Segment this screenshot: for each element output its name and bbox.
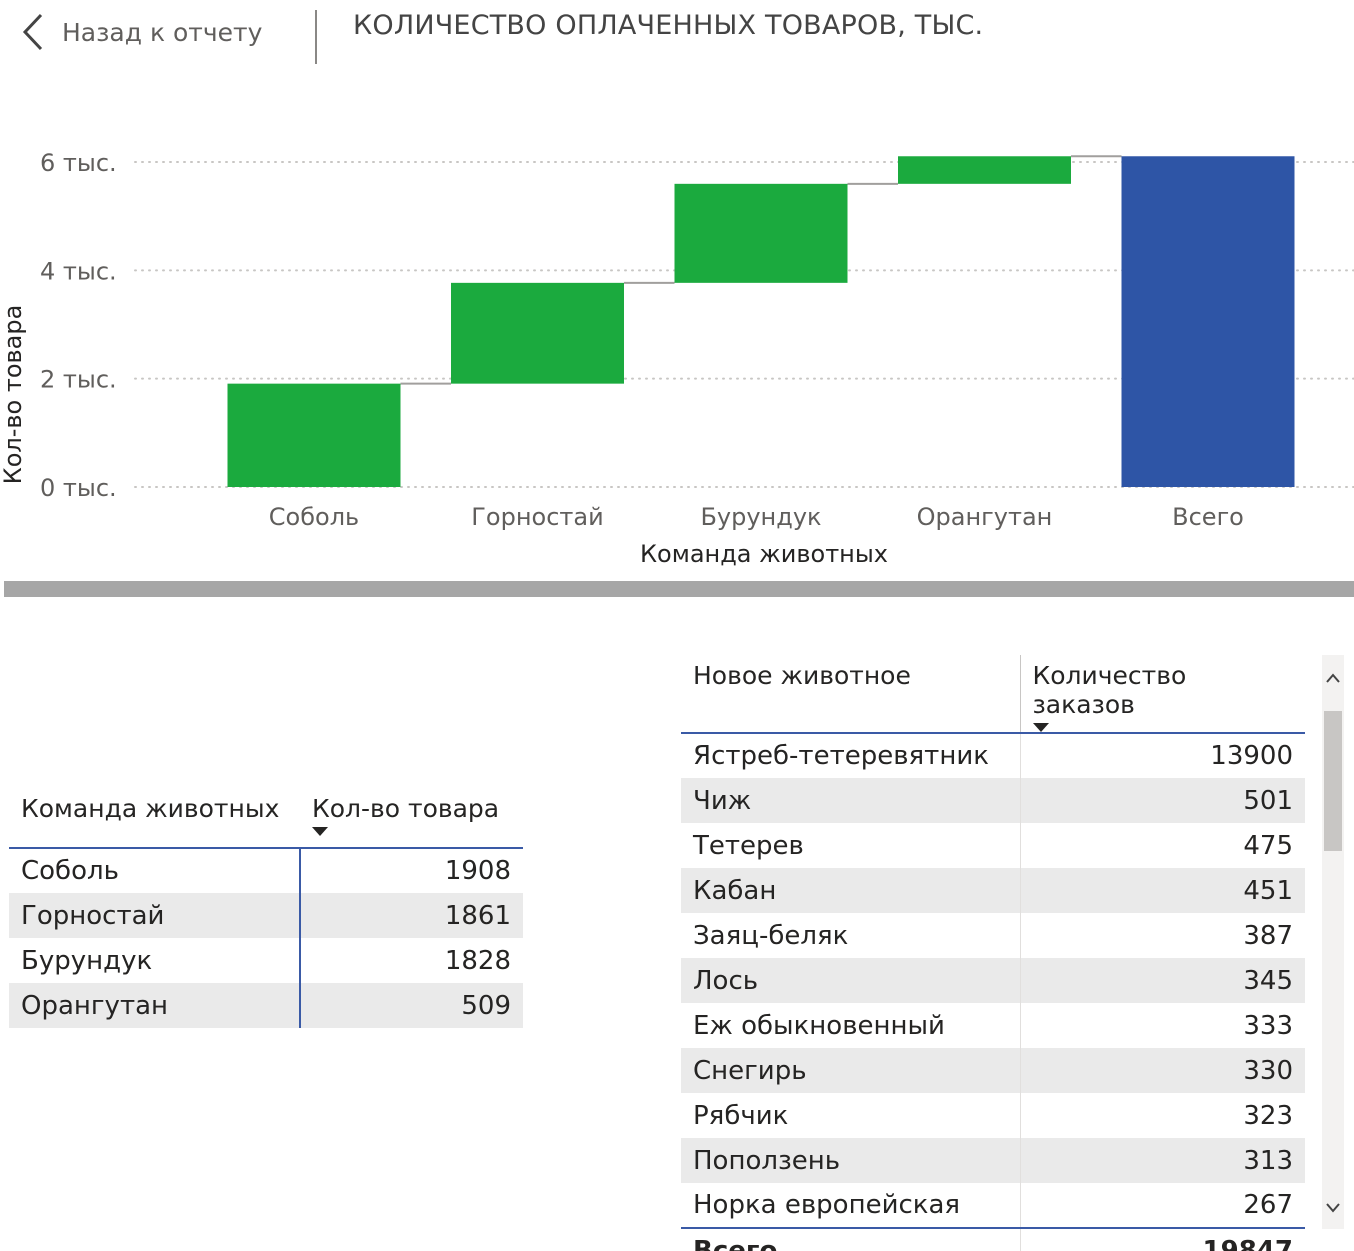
team-cell: Горностай xyxy=(9,893,301,938)
table-row[interactable]: Норка европейская 267 xyxy=(681,1183,1305,1228)
column-header-team[interactable]: Команда животных xyxy=(9,790,300,849)
x-axis-title: Команда животных xyxy=(640,540,888,568)
animal-cell: Норка европейская xyxy=(681,1183,1021,1228)
report-page: Назад к отчету КОЛИЧЕСТВО ОПЛАЧЕННЫХ ТОВ… xyxy=(0,0,1354,1251)
table-scrollbar[interactable] xyxy=(1322,655,1344,1229)
table-header-row: Команда животных Кол-во товара xyxy=(9,790,523,849)
table-row[interactable]: Орангутан 509 xyxy=(9,983,523,1028)
orders-cell: 345 xyxy=(1020,958,1305,1003)
table-row[interactable]: Горностай 1861 xyxy=(9,893,523,938)
animal-cell: Лось xyxy=(681,958,1021,1003)
x-tick-label: Горностай xyxy=(471,503,603,531)
table-row[interactable]: Лось 345 xyxy=(681,958,1305,1003)
animal-cell: Рябчик xyxy=(681,1093,1021,1138)
scroll-down-button[interactable] xyxy=(1322,1185,1344,1229)
sort-descending-icon xyxy=(312,827,328,836)
waterfall-chart: 0 тыс. 2 тыс. 4 тыс. 6 тыс. Соболь Горностай Б… xyxy=(0,149,1354,568)
qty-cell: 1908 xyxy=(444,856,511,886)
orders-cell: 333 xyxy=(1243,1010,1293,1041)
y-axis-title: Кол-во товара xyxy=(0,305,27,485)
back-to-report-button[interactable]: Назад к отчету xyxy=(22,8,262,56)
column-header-orders[interactable]: Количество заказов xyxy=(1020,655,1305,734)
team-cell: Орангутан xyxy=(9,983,301,1028)
y-tick-label: 0 тыс. xyxy=(40,474,117,502)
orders-table: Новое животное Количество заказов Ястреб… xyxy=(681,655,1305,1251)
total-value: 19847 xyxy=(1020,1227,1305,1251)
column-header-label: Команда животных xyxy=(21,794,280,823)
orders-cell: 451 xyxy=(1020,868,1305,913)
animal-cell: Кабан xyxy=(681,868,1021,913)
scroll-thumb[interactable] xyxy=(1324,711,1342,851)
waterfall-bar-increase xyxy=(451,282,624,384)
table-total-row: Всего 19847 xyxy=(681,1227,1305,1251)
table-row[interactable]: Еж обыкновенный 333 xyxy=(681,1003,1305,1048)
qty-cell: 1828 xyxy=(444,945,511,976)
orders-cell: 13900 xyxy=(1210,741,1293,771)
orders-cell: 387 xyxy=(1243,920,1293,951)
table-header-row: Новое животное Количество заказов xyxy=(681,655,1305,734)
scroll-up-button[interactable] xyxy=(1322,655,1344,699)
orders-cell: 475 xyxy=(1243,830,1293,861)
y-tick-label: 4 тыс. xyxy=(40,257,117,285)
table-row[interactable]: Поползень 313 xyxy=(681,1138,1305,1183)
y-tick-label: 6 тыс. xyxy=(40,149,117,177)
table-row[interactable]: Рябчик 323 xyxy=(681,1093,1305,1138)
table-row[interactable]: Соболь 1908 xyxy=(9,848,523,893)
x-tick-label: Соболь xyxy=(269,503,359,531)
x-tick-label: Всего xyxy=(1172,503,1244,531)
table-row[interactable]: Кабан 451 xyxy=(681,868,1305,913)
sort-descending-icon xyxy=(1032,723,1049,732)
column-header-label: Кол-во товара xyxy=(312,794,500,823)
waterfall-bar-increase xyxy=(898,156,1071,184)
animal-cell: Снегирь xyxy=(681,1048,1021,1093)
chevron-left-icon xyxy=(22,13,44,51)
back-label: Назад к отчету xyxy=(62,17,263,47)
chevron-up-icon xyxy=(1325,668,1341,687)
orders-cell: 330 xyxy=(1020,1048,1305,1093)
column-header-label: Новое животное xyxy=(693,661,911,690)
table-row[interactable]: Заяц-беляк 387 xyxy=(681,913,1305,958)
waterfall-bar-total xyxy=(1121,156,1295,487)
team-cell: Бурундук xyxy=(9,938,301,983)
orders-cell: 323 xyxy=(1243,1100,1293,1131)
animal-cell: Поползень xyxy=(681,1138,1021,1183)
qty-cell: 1861 xyxy=(300,893,523,938)
total-label: Всего xyxy=(681,1227,1021,1251)
orders-cell: 267 xyxy=(1243,1190,1293,1220)
column-header-label: Количество заказов xyxy=(1032,661,1187,719)
column-header-qty[interactable]: Кол-во товара xyxy=(300,790,523,849)
page-title: КОЛИЧЕСТВО ОПЛАЧЕННЫХ ТОВАРОВ, ТЫС. xyxy=(353,10,984,41)
x-tick-label: Орангутан xyxy=(917,503,1053,531)
table-row[interactable]: Тетерев 475 xyxy=(681,823,1305,868)
y-tick-label: 2 тыс. xyxy=(40,366,117,394)
column-header-animal[interactable]: Новое животное xyxy=(681,655,1021,734)
animal-cell: Ястреб-тетеревятник xyxy=(681,733,1021,778)
teams-table: Команда животных Кол-во товара Соболь 19… xyxy=(9,790,523,1028)
animal-cell: Еж обыкновенный xyxy=(681,1003,1021,1048)
table-row[interactable]: Бурундук 1828 xyxy=(9,938,523,983)
orders-cell: 313 xyxy=(1020,1138,1305,1183)
qty-cell: 509 xyxy=(300,983,523,1028)
waterfall-bar-increase xyxy=(227,383,401,487)
pane-splitter[interactable] xyxy=(4,581,1354,597)
table-row[interactable]: Ястреб-тетеревятник 13900 xyxy=(681,733,1305,778)
animal-cell: Заяц-беляк xyxy=(681,913,1021,958)
team-cell: Соболь xyxy=(9,848,301,893)
table-row[interactable]: Снегирь 330 xyxy=(681,1048,1305,1093)
table-row[interactable]: Чиж 501 xyxy=(681,778,1305,823)
animal-cell: Тетерев xyxy=(681,823,1021,868)
animal-cell: Чиж xyxy=(681,778,1021,823)
orders-cell: 501 xyxy=(1020,778,1305,823)
chevron-down-icon xyxy=(1325,1198,1341,1217)
header-divider xyxy=(315,10,317,64)
waterfall-bar-increase xyxy=(674,183,848,283)
x-tick-label: Бурундук xyxy=(700,503,821,531)
